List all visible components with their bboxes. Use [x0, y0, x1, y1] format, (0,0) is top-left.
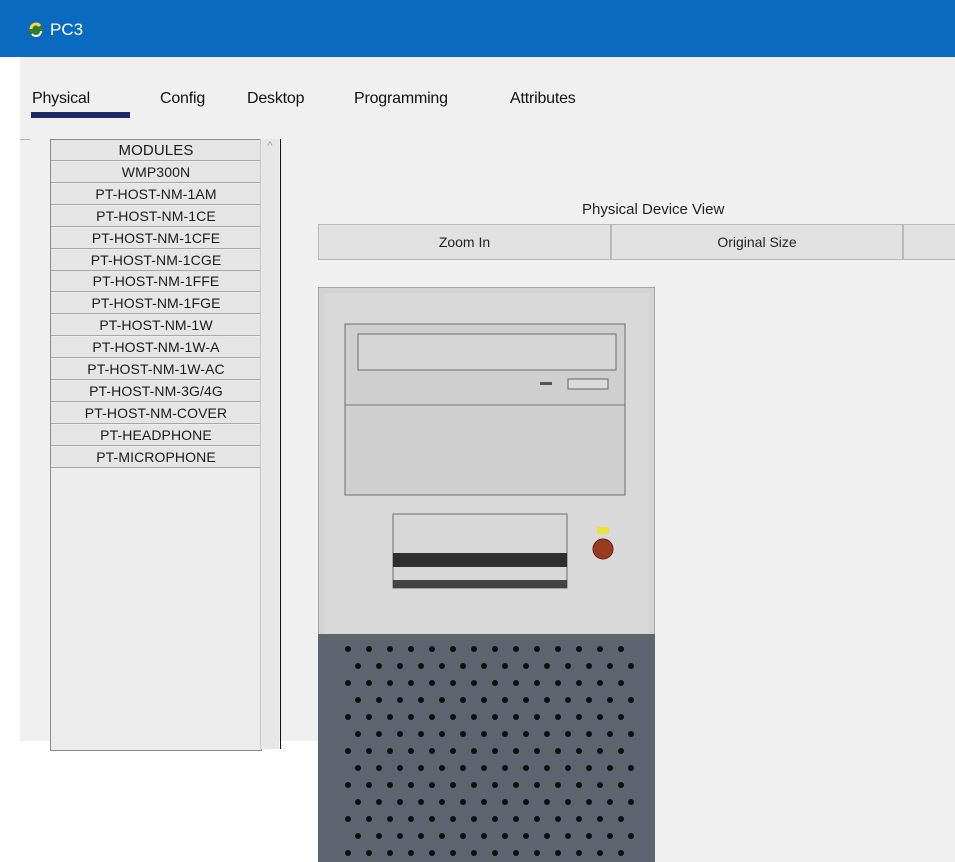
modules-header[interactable]: MODULES	[51, 140, 261, 161]
module-item[interactable]: PT-HOST-NM-1W	[51, 315, 261, 337]
tab-physical[interactable]: Physical	[32, 90, 90, 108]
module-item[interactable]: PT-HOST-NM-1FGE	[51, 293, 261, 315]
module-item[interactable]: PT-HOST-NM-1AM	[51, 183, 261, 205]
device-view-title: Physical Device View	[582, 201, 725, 218]
zoom-toolbar: Zoom In Original Size	[318, 224, 955, 260]
window-titlebar: PC3	[0, 0, 955, 57]
main-content: Physical Config Desktop Programming Attr…	[20, 57, 955, 862]
module-item[interactable]: WMP300N	[51, 161, 261, 183]
module-item[interactable]: PT-HOST-NM-1CGE	[51, 249, 261, 271]
window-title: PC3	[50, 20, 84, 39]
module-item[interactable]: PT-HOST-NM-1CE	[51, 205, 261, 227]
tab-config[interactable]: Config	[160, 90, 205, 108]
module-item[interactable]: PT-HOST-NM-1W-A	[51, 337, 261, 359]
tab-desktop[interactable]: Desktop	[247, 90, 304, 108]
module-item[interactable]: PT-MICROPHONE	[51, 446, 261, 468]
tab-attributes[interactable]: Attributes	[510, 90, 576, 108]
module-item[interactable]: PT-HEADPHONE	[51, 424, 261, 446]
tab-bar: Physical Config Desktop Programming Attr…	[20, 74, 955, 118]
module-item[interactable]: PT-HOST-NM-1FFE	[51, 271, 261, 293]
module-item[interactable]: PT-HOST-NM-3G/4G	[51, 380, 261, 402]
physical-panel: MODULES WMP300N PT-HOST-NM-1AM PT-HOST-NM-1…	[30, 121, 955, 862]
modules-list: MODULES WMP300N PT-HOST-NM-1AM PT-HOST-NM-1…	[50, 139, 262, 751]
tab-programming[interactable]: Programming	[354, 90, 448, 108]
pc-case-image	[318, 287, 655, 862]
original-size-button[interactable]: Original Size	[611, 224, 903, 260]
panel-divider	[280, 139, 281, 749]
device-canvas	[318, 267, 955, 862]
module-item[interactable]: PT-HOST-NM-1CFE	[51, 227, 261, 249]
active-tab-indicator	[31, 112, 130, 118]
module-item[interactable]: PT-HOST-NM-COVER	[51, 402, 261, 424]
packet-tracer-app-icon	[29, 22, 43, 37]
zoom-out-button[interactable]	[903, 224, 955, 260]
scroll-up-icon[interactable]: ^	[264, 140, 276, 152]
module-item[interactable]: PT-HOST-NM-1W-AC	[51, 359, 261, 380]
zoom-in-button[interactable]: Zoom In	[318, 224, 611, 260]
modules-scrollbar[interactable]: ^	[260, 139, 279, 749]
